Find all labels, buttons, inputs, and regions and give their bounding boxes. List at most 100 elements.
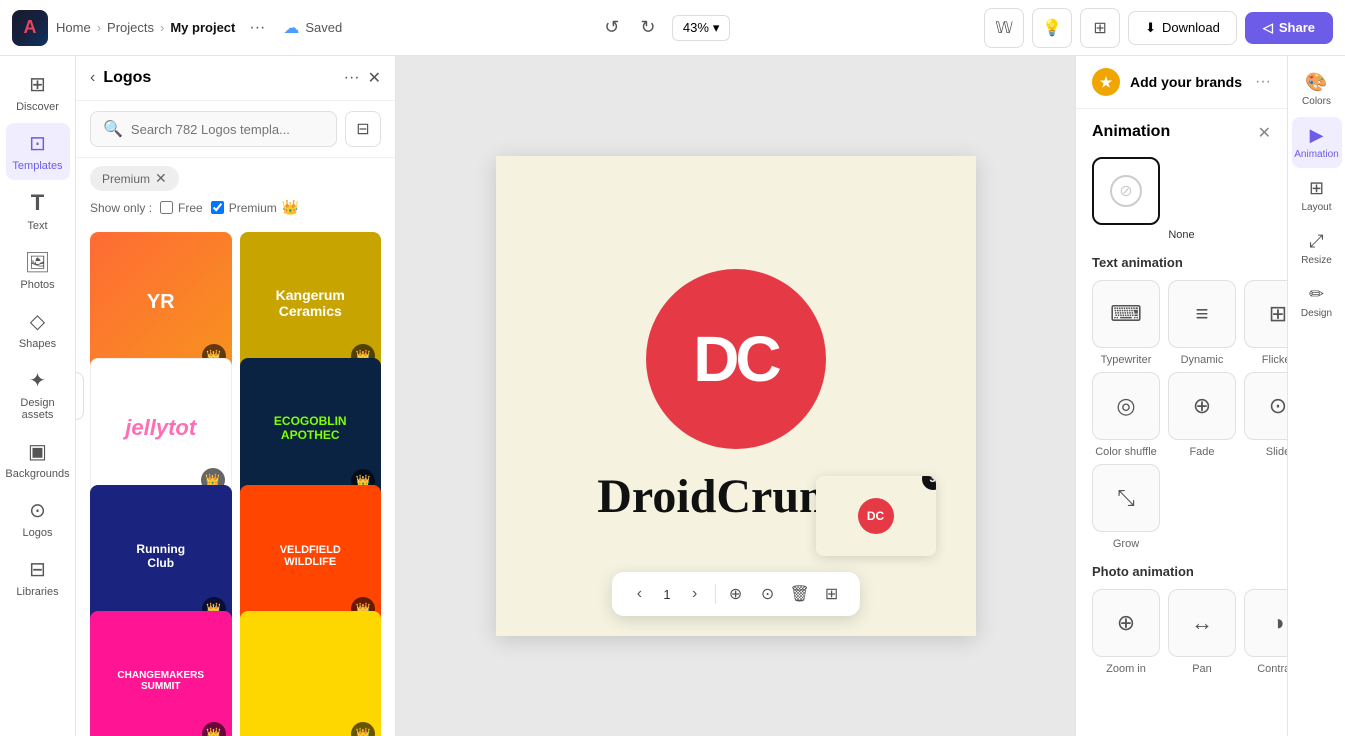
panel-search: 🔍 ⊟ — [76, 101, 395, 158]
template-card[interactable]: jellytot 👑 — [90, 358, 232, 500]
lightbulb-icon-button[interactable]: 💡 — [1032, 8, 1072, 48]
panel-back-button[interactable]: ‹ — [90, 69, 95, 87]
typewriter-icon: ⌨ — [1092, 280, 1160, 348]
template-card[interactable]: KangerumCeramics 👑 — [240, 232, 382, 374]
download-button[interactable]: ⬇ Download — [1128, 11, 1237, 45]
redo-button[interactable]: ↻ — [632, 12, 664, 44]
animation-icon: ▶ — [1310, 125, 1324, 146]
libraries-icon: ⊟ — [29, 557, 46, 582]
logos-icon: ⊙ — [29, 498, 46, 523]
saved-status: ☁ Saved — [283, 18, 342, 38]
filter-button[interactable]: ⊟ — [345, 111, 381, 147]
right-sidebar-item-layout[interactable]: ⊞ Layout — [1292, 170, 1342, 221]
sidebar-item-text[interactable]: T Text — [6, 182, 70, 240]
more-options-button[interactable]: ··· — [243, 15, 271, 41]
grid-view-button[interactable]: ⊞ — [816, 578, 848, 610]
grid-icon-button[interactable]: ⊞ — [1080, 8, 1120, 48]
add-page-button[interactable]: ⊕ — [720, 578, 752, 610]
show-only-row: Show only : Free Premium 👑 — [76, 199, 395, 224]
grow-animation[interactable]: ⤡ Grow — [1092, 464, 1160, 550]
right-panel-more-button[interactable]: ··· — [1255, 73, 1271, 91]
typewriter-animation[interactable]: ⌨ Typewriter — [1092, 280, 1160, 366]
next-page-button[interactable]: › — [679, 578, 711, 610]
right-sidebar: 🎨 Colors ▶ Animation ⊞ Layout ⤢ Resize ✏… — [1287, 56, 1345, 736]
premium-badge: 👑 — [202, 722, 226, 736]
flicker-animation[interactable]: ⊞ Flicker — [1244, 280, 1287, 366]
premium-checkbox[interactable] — [211, 201, 224, 214]
text-animation-label: Text animation — [1092, 255, 1271, 270]
pan-animation[interactable]: ↔ Pan — [1168, 589, 1236, 675]
sidebar-item-shapes[interactable]: ◇ Shapes — [6, 301, 70, 358]
backgrounds-icon: ▣ — [28, 439, 47, 464]
sidebar-item-logos[interactable]: ⊙ Logos — [6, 490, 70, 547]
sidebar-item-design-assets[interactable]: ✦ Design assets — [6, 360, 70, 429]
sidebar-item-discover[interactable]: ⊞ Discover — [6, 64, 70, 121]
mini-dc-text: DC — [867, 509, 884, 523]
canvas-toolbar: ‹ 1 › ⊕ ⊙ 🗑 ⊞ — [611, 572, 859, 616]
breadcrumb-projects[interactable]: Projects — [107, 20, 154, 35]
none-animation-button[interactable]: ⊘ — [1092, 157, 1160, 225]
zoom-in-animation[interactable]: ⊕ Zoom in — [1092, 589, 1160, 675]
right-sidebar-item-resize[interactable]: ⤢ Resize — [1292, 223, 1342, 274]
none-animation-container: ⊘ None — [1092, 157, 1271, 241]
sidebar-item-libraries[interactable]: ⊟ Libraries — [6, 549, 70, 606]
app-logo[interactable]: A — [12, 10, 48, 46]
prev-page-button[interactable]: ‹ — [623, 578, 655, 610]
sidebar-item-backgrounds[interactable]: ▣ Backgrounds — [6, 431, 70, 488]
delete-page-button[interactable]: 🗑 — [784, 578, 816, 610]
text-animation-grid-2: ◎ Color shuffle ⊕ Fade ⊙ Slide — [1092, 372, 1271, 458]
slide-animation[interactable]: ⊙ Slide — [1244, 372, 1287, 458]
panel-close-button[interactable]: ✕ — [368, 68, 381, 88]
right-sidebar-item-animation[interactable]: ▶ Animation — [1292, 117, 1342, 168]
dynamic-animation[interactable]: ≡ Dynamic — [1168, 280, 1236, 366]
sidebar-item-photos[interactable]: 🖼 Photos — [6, 242, 70, 299]
canvas-page[interactable]: DC DroidCrunch — [496, 156, 976, 636]
template-card[interactable]: VELDFIELDWILDLIFE 👑 — [240, 485, 382, 627]
contrast-animation[interactable]: ◑ Contrast — [1244, 589, 1287, 675]
design-icon: ✏ — [1309, 284, 1324, 305]
panel-more-button[interactable]: ··· — [344, 69, 360, 87]
canvas-area: DC DroidCrunch DC 3 ‹ 1 › ⊕ ⊙ 🗑 ⊞ — [396, 56, 1075, 736]
breadcrumb-current: My project — [170, 20, 235, 35]
color-shuffle-animation[interactable]: ◎ Color shuffle — [1092, 372, 1160, 458]
cloud-icon: ☁ — [283, 18, 299, 38]
sidebar-item-templates[interactable]: ⊡ Templates — [6, 123, 70, 180]
template-card[interactable]: YR 👑 — [90, 232, 232, 374]
premium-checkbox-label[interactable]: Premium 👑 — [211, 199, 299, 216]
free-checkbox[interactable] — [160, 201, 173, 214]
template-card[interactable]: RunningClub 👑 — [90, 485, 232, 627]
right-panel: ★ Add your brands ··· ✕ Animation ⊘ None… — [1075, 56, 1287, 736]
right-sidebar-item-colors[interactable]: 🎨 Colors — [1292, 64, 1342, 115]
left-sidebar: ⊞ Discover ⊡ Templates T Text 🖼 Photos ◇… — [0, 56, 76, 736]
animation-close-button[interactable]: ✕ — [1258, 123, 1271, 143]
crown-icon: 👑 — [282, 199, 299, 216]
topbar-center: ↺ ↻ 43% ▾ — [350, 12, 976, 44]
design-assets-icon: ✦ — [29, 368, 46, 393]
premium-chip[interactable]: Premium ✕ — [90, 166, 179, 191]
template-card[interactable]: CHANGEMAKERSSUMMIT 👑 — [90, 611, 232, 736]
chip-remove-button[interactable]: ✕ — [155, 170, 167, 187]
templates-panel: ‹ Logos ··· ✕ 🔍 ⊟ Premium ✕ Show only : … — [76, 56, 396, 736]
breadcrumb-home[interactable]: Home — [56, 20, 91, 35]
right-panel-header: ★ Add your brands ··· — [1076, 56, 1287, 109]
template-card[interactable]: 👑 — [240, 611, 382, 736]
free-checkbox-label[interactable]: Free — [160, 201, 203, 215]
share-button[interactable]: ◁ Share — [1245, 12, 1333, 44]
expand-panel-button[interactable]: › — [76, 372, 84, 420]
search-input[interactable] — [131, 122, 324, 137]
discover-icon: ⊞ — [29, 72, 46, 97]
fade-icon: ⊕ — [1168, 372, 1236, 440]
preview-mini: DC 3 — [816, 476, 936, 556]
shapes-icon: ◇ — [30, 309, 45, 334]
undo-button[interactable]: ↺ — [596, 12, 628, 44]
right-sidebar-item-design[interactable]: ✏ Design — [1292, 276, 1342, 327]
photo-animation-grid: ⊕ Zoom in ↔ Pan ◑ Contrast — [1092, 589, 1271, 675]
zoom-control[interactable]: 43% ▾ — [672, 15, 731, 41]
logo-circle: DC — [646, 269, 826, 449]
wings-icon-button[interactable]: 𝕎 — [984, 8, 1024, 48]
template-card[interactable]: ECOGOBLINAPOTHEC 👑 — [240, 358, 382, 500]
share-icon: ◁ — [1263, 20, 1273, 36]
fade-animation[interactable]: ⊕ Fade — [1168, 372, 1236, 458]
dc-logo-text: DC — [693, 322, 777, 396]
copy-page-button[interactable]: ⊙ — [752, 578, 784, 610]
